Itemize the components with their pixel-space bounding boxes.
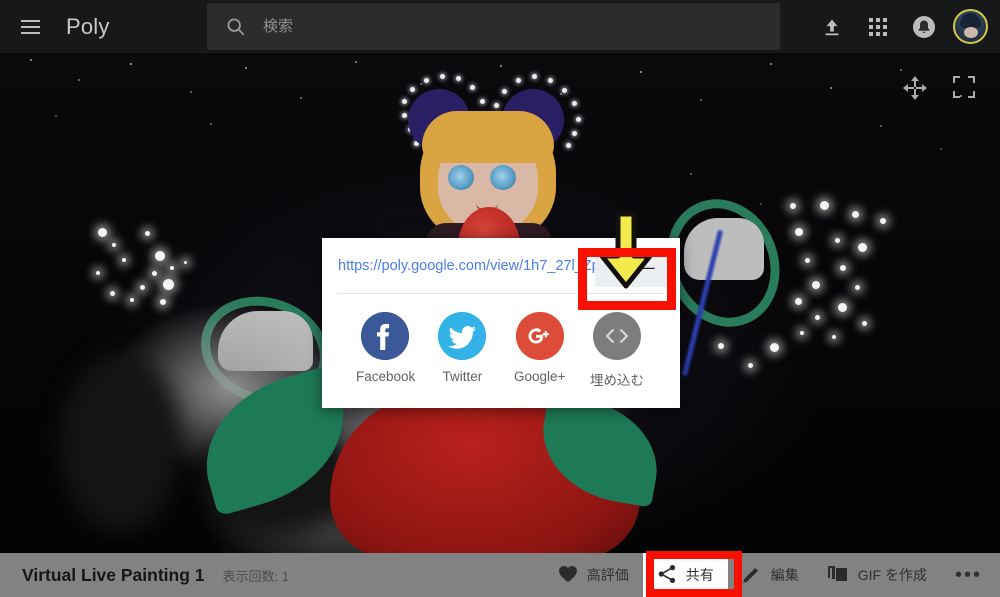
edit-label: 編集 bbox=[770, 567, 799, 583]
share-option-embed[interactable]: 埋め込む bbox=[588, 312, 646, 389]
share-button[interactable]: 共有 bbox=[642, 553, 728, 597]
share-nodes-icon bbox=[657, 564, 677, 587]
apps-grid-icon[interactable] bbox=[855, 4, 901, 50]
share-option-label: Google+ bbox=[513, 369, 566, 384]
share-option-label: Twitter bbox=[442, 369, 483, 384]
pan-move-icon[interactable] bbox=[902, 75, 928, 101]
embed-code-icon bbox=[592, 312, 641, 360]
share-option-twitter[interactable]: Twitter bbox=[433, 312, 491, 389]
create-gif-label: GIF を作成 bbox=[857, 567, 927, 583]
edit-button[interactable]: 編集 bbox=[728, 553, 813, 597]
share-option-facebook[interactable]: Facebook bbox=[356, 312, 416, 389]
top-bar-actions bbox=[809, 0, 1000, 53]
share-option-label: Facebook bbox=[356, 369, 416, 384]
share-label: 共有 bbox=[685, 567, 714, 583]
yellow-down-arrow bbox=[596, 210, 656, 297]
bottom-actions: 高評価 共有 編集 GIF を作成 ••• bbox=[544, 553, 1000, 597]
hamburger-menu-icon[interactable] bbox=[8, 5, 52, 49]
share-social-list: Facebook Twitter Google+ 埋め込む bbox=[322, 294, 680, 389]
notifications-bell-icon[interactable] bbox=[901, 4, 947, 50]
bottom-action-bar: Virtual Live Painting 1 表示回数: 1 高評価 共有 編… bbox=[0, 553, 1000, 597]
upload-icon[interactable] bbox=[809, 4, 855, 50]
poly-brand-logo[interactable]: Poly bbox=[66, 14, 110, 40]
artwork-eye-left bbox=[448, 165, 474, 190]
google-plus-icon bbox=[515, 312, 564, 360]
create-gif-button[interactable]: GIF を作成 bbox=[813, 553, 941, 597]
share-option-label: 埋め込む bbox=[589, 373, 644, 388]
view-count: 表示回数: 1 bbox=[222, 568, 289, 584]
twitter-bird-icon bbox=[438, 312, 487, 360]
copy-frames-icon bbox=[827, 564, 849, 587]
top-app-bar: Poly bbox=[0, 0, 1000, 53]
search-icon bbox=[225, 16, 246, 37]
more-options-button[interactable]: ••• bbox=[941, 565, 1000, 585]
artwork-dark-blob-3 bbox=[60, 353, 180, 533]
heart-icon bbox=[558, 565, 578, 586]
like-label: 高評価 bbox=[586, 567, 629, 583]
page-title: Virtual Live Painting 1 bbox=[22, 564, 205, 585]
search-input[interactable] bbox=[263, 18, 780, 35]
artwork-rock-right bbox=[684, 218, 764, 280]
artwork-eye-right bbox=[490, 165, 516, 190]
facebook-icon bbox=[361, 312, 409, 360]
fullscreen-icon[interactable] bbox=[952, 75, 978, 101]
avatar[interactable] bbox=[947, 4, 993, 50]
artwork-fringe bbox=[422, 111, 554, 163]
poly-viewer-page: Poly 検索 https://poly.google.com/view/1h7… bbox=[0, 0, 1000, 597]
like-button[interactable]: 高評価 bbox=[544, 553, 643, 597]
pencil-icon bbox=[742, 564, 762, 587]
share-option-google-plus[interactable]: Google+ bbox=[511, 312, 569, 389]
viewer-controls bbox=[902, 75, 978, 101]
search-box[interactable] bbox=[207, 3, 780, 50]
